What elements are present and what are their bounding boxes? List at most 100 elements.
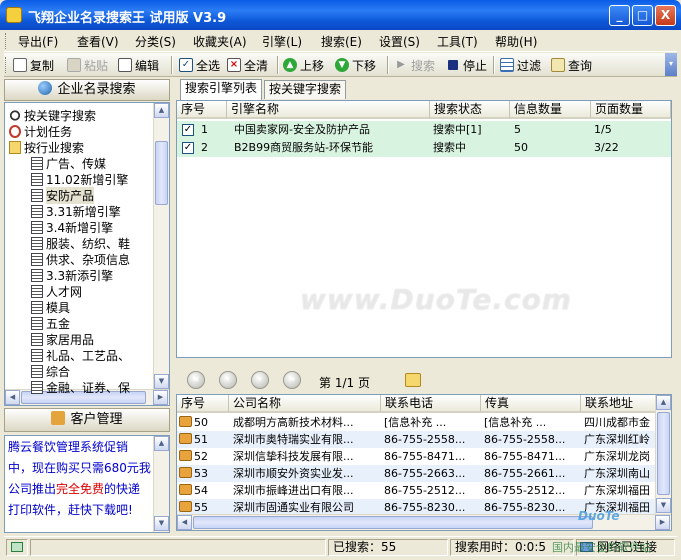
tree-vertical-scrollbar[interactable]: ▲ ▼ (153, 103, 169, 405)
first-page-icon[interactable]: « (187, 371, 205, 389)
row-number: 55 (194, 501, 208, 514)
copy-button[interactable]: 复制 (13, 57, 54, 73)
row-number: 54 (194, 484, 208, 497)
column-header[interactable]: 信息数量 (510, 101, 591, 119)
column-header[interactable]: 页面数量 (591, 101, 671, 119)
close-button[interactable]: X (655, 5, 676, 26)
tree-node[interactable]: 五金 (31, 315, 70, 331)
status-panel-empty (30, 539, 326, 556)
tree-node[interactable]: 家居用品 (31, 331, 94, 347)
table-row[interactable]: ✓ 1 中国卖家网-安全及防护产品 搜索中[1] 5 1/5 (177, 121, 671, 139)
menu-help[interactable]: 帮助(H) (495, 33, 537, 50)
tree-node[interactable]: 按关键字搜索 (9, 107, 96, 123)
move-down-button[interactable]: ▼ 下移 (335, 57, 376, 73)
toolbar-separator (277, 56, 279, 74)
customer-management-header[interactable]: 客户管理 (4, 408, 170, 432)
table-cell: 51 (179, 432, 229, 448)
toolbar-overflow-chevron-icon[interactable]: ▾ (665, 53, 677, 76)
arrow-up-icon: ▲ (283, 58, 297, 72)
menu-engine[interactable]: 引擎(L) (262, 33, 302, 50)
table-cell: 广东深圳南山 (584, 467, 650, 480)
tree-node[interactable]: 广告、传媒 (31, 155, 106, 171)
tree-node[interactable]: 服装、纺织、鞋 (31, 235, 130, 251)
previous-page-icon[interactable]: ‹ (219, 371, 237, 389)
column-header[interactable]: 序号 (177, 395, 229, 413)
scroll-down-arrow-icon[interactable]: ▼ (154, 516, 169, 531)
column-header[interactable]: 联系电话 (381, 395, 481, 413)
tree-node[interactable]: 人才网 (31, 283, 82, 299)
tree-node[interactable]: 11.02新增引擎 (31, 171, 128, 187)
select-all-button[interactable]: ✓ 全选 (179, 57, 220, 73)
scroll-up-arrow-icon[interactable]: ▲ (154, 436, 169, 451)
scroll-thumb[interactable] (193, 516, 593, 529)
table-cell: 86-755-2661... (484, 467, 566, 480)
folder-open-icon[interactable] (405, 373, 421, 387)
tree-node[interactable]: 综合 (31, 363, 70, 379)
menu-settings[interactable]: 设置(S) (379, 33, 420, 50)
table-row[interactable]: ✓ 2 B2B99商贸服务站-环保节能 搜索中 50 3/22 (177, 139, 671, 157)
menu-category[interactable]: 分类(S) (135, 33, 176, 50)
query-icon (551, 58, 565, 72)
table-row[interactable]: 50 成都明方高新技术材料... [信息补充 ... [信息补充 ... 四川成都市金 (177, 414, 657, 431)
scroll-left-arrow-icon[interactable]: ◀ (5, 390, 20, 405)
tree-node[interactable]: 3.4新增引擎 (31, 219, 113, 235)
tree-node[interactable]: 3.31新增引擎 (31, 203, 121, 219)
menu-view[interactable]: 查看(V) (77, 33, 119, 50)
column-header[interactable]: 引擎名称 (227, 101, 430, 119)
clear-all-button[interactable]: × 全清 (227, 57, 268, 73)
tree-node[interactable]: 安防产品 (31, 186, 95, 204)
query-button[interactable]: 查询 (551, 57, 592, 73)
ad-vertical-scrollbar[interactable]: ▲ ▼ (153, 436, 169, 532)
move-up-button[interactable]: ▲ 上移 (283, 57, 324, 73)
column-header[interactable]: 序号 (177, 101, 227, 119)
column-header[interactable]: 传真 (481, 395, 581, 413)
scroll-left-arrow-icon[interactable]: ◀ (177, 515, 192, 530)
tree-node[interactable]: 金融、证券、保 (31, 379, 130, 395)
tree-node[interactable]: 按行业搜索 (9, 139, 84, 155)
corner-watermark-caption: 国内最安全的软件站 (552, 541, 651, 554)
tree-node[interactable]: 礼品、工艺品、 (31, 347, 130, 363)
column-header[interactable]: 搜索状态 (430, 101, 510, 119)
document-icon (31, 364, 43, 378)
tree-node[interactable]: 3.3新添引擎 (31, 267, 113, 283)
table-cell: 广东深圳红岭 (584, 433, 650, 446)
tree-node-label: 模具 (46, 300, 71, 315)
sidebar-header[interactable]: 企业名录搜索 (4, 79, 170, 101)
scroll-thumb[interactable] (155, 141, 168, 205)
tab-keyword-search[interactable]: 按关键字搜索 (264, 80, 347, 99)
scroll-right-arrow-icon[interactable]: ▶ (153, 390, 168, 405)
document-icon (31, 188, 43, 202)
document-icon (31, 236, 43, 250)
table-row[interactable]: 51 深圳市奥特瑞实业有限... 86-755-2558... 86-755-2558… (177, 431, 657, 448)
menu-tools[interactable]: 工具(T) (437, 33, 478, 50)
package-icon (179, 484, 192, 495)
table-row[interactable]: 53 深圳市顺安外资实业发... 86-755-2663... 86-755-2661… (177, 465, 657, 482)
menu-search[interactable]: 搜索(E) (321, 33, 362, 50)
scroll-up-arrow-icon[interactable]: ▲ (656, 395, 671, 410)
paste-button[interactable]: 粘贴 (67, 57, 108, 73)
scroll-down-arrow-icon[interactable]: ▼ (154, 374, 169, 389)
search-button[interactable]: ▶ 搜索 (394, 57, 435, 73)
minimize-button[interactable]: _ (609, 5, 630, 26)
filter-button[interactable]: 过滤 (500, 57, 541, 73)
panel-splitter[interactable] (176, 360, 672, 364)
tree-node[interactable]: 计划任务 (9, 123, 72, 139)
table-row[interactable]: 52 深圳信挚科技发展有限... 86-755-8471... 86-755-8471… (177, 448, 657, 465)
maximize-button[interactable]: □ (632, 5, 653, 26)
last-page-icon[interactable]: » (283, 371, 301, 389)
scroll-up-arrow-icon[interactable]: ▲ (154, 103, 169, 118)
stop-button[interactable]: 停止 (446, 57, 487, 73)
tree-node[interactable]: 供求、杂项信息 (31, 251, 130, 267)
menu-bar: 导出(F) 查看(V) 分类(S) 收藏夹(A) 引擎(L) 搜索(E) 设置(… (4, 30, 677, 52)
column-header[interactable]: 公司名称 (229, 395, 381, 413)
ad-text-box: 腾云餐饮管理系统促销中，现在购买只需680元我公司推出完全免费的快递打印软件，赶… (4, 435, 170, 533)
edit-button[interactable]: 编辑 (118, 57, 159, 73)
row-checkbox[interactable]: ✓ (182, 142, 194, 154)
menu-favorites[interactable]: 收藏夹(A) (193, 33, 247, 50)
tree-node[interactable]: 模具 (31, 299, 70, 315)
next-page-icon[interactable]: › (251, 371, 269, 389)
menu-export[interactable]: 导出(F) (18, 33, 58, 50)
row-checkbox[interactable]: ✓ (182, 124, 194, 136)
tab-engine-list[interactable]: 搜索引擎列表 (180, 79, 263, 100)
column-header[interactable]: 联系地址 (581, 395, 657, 413)
